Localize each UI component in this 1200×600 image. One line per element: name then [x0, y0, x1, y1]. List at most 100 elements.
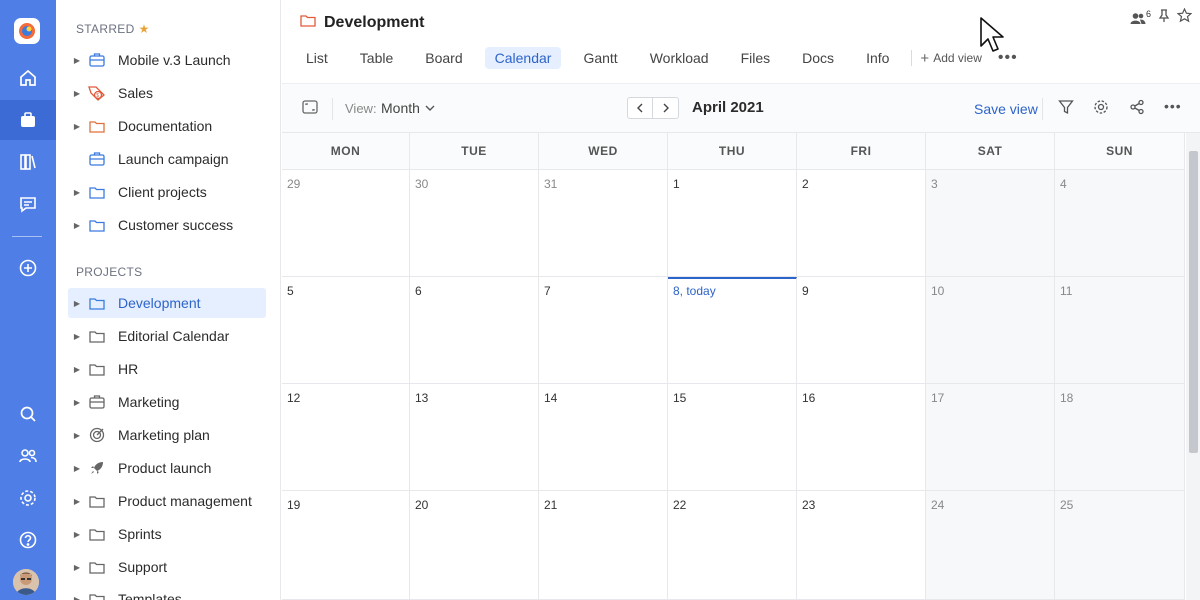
- tab-workload[interactable]: Workload: [640, 47, 719, 69]
- portfolio-icon[interactable]: [0, 100, 56, 140]
- sidebar-item-marketing-plan[interactable]: ▶ Marketing plan: [68, 420, 266, 450]
- calendar-day-cell[interactable]: 4: [1055, 170, 1185, 277]
- sidebar-item-client-projects[interactable]: ▶ Client projects: [68, 177, 266, 207]
- calendar-day-cell[interactable]: 13: [410, 384, 539, 491]
- expand-arrow-icon[interactable]: ▶: [68, 563, 86, 572]
- sidebar-item-product-launch[interactable]: ▶ Product launch: [68, 453, 266, 483]
- tab-list[interactable]: List: [296, 47, 338, 69]
- calendar-day-cell[interactable]: 3: [926, 170, 1055, 277]
- inbox-icon[interactable]: [0, 184, 56, 224]
- calendar-day-cell[interactable]: 18: [1055, 384, 1185, 491]
- sidebar-item-label: Mobile v.3 Launch: [118, 52, 231, 68]
- expand-arrow-icon[interactable]: ▶: [68, 122, 86, 131]
- star-favorite-icon[interactable]: [1176, 7, 1193, 28]
- calendar-day-cell[interactable]: 22: [668, 491, 797, 600]
- expand-arrow-icon[interactable]: ▶: [68, 89, 86, 98]
- expand-arrow-icon[interactable]: ▶: [68, 464, 86, 473]
- calendar-day-cell[interactable]: 7: [539, 277, 668, 384]
- calendar-day-cell[interactable]: 31: [539, 170, 668, 277]
- users-icon[interactable]: [0, 436, 56, 476]
- calendar-day-cell[interactable]: 30: [410, 170, 539, 277]
- sidebar-item-hr[interactable]: ▶ HR: [68, 354, 266, 384]
- expand-arrow-icon[interactable]: ▶: [68, 365, 86, 374]
- add-view-button[interactable]: + Add view: [920, 50, 981, 67]
- calendar-day-cell[interactable]: 1: [668, 170, 797, 277]
- calendar-day-cell[interactable]: 11: [1055, 277, 1185, 384]
- add-icon[interactable]: [0, 248, 56, 288]
- expand-arrow-icon[interactable]: ▶: [68, 431, 86, 440]
- filter-icon[interactable]: [1058, 99, 1074, 120]
- sidebar-item-launch-campaign[interactable]: Launch campaign: [68, 144, 266, 174]
- app-logo[interactable]: [14, 18, 40, 44]
- calendar-day-cell[interactable]: 17: [926, 384, 1055, 491]
- day-number: 18: [1060, 391, 1074, 405]
- tab-calendar[interactable]: Calendar: [484, 47, 562, 69]
- sidebar-item-templates[interactable]: ▶ Templates: [68, 584, 266, 600]
- calendar-day-cell[interactable]: 23: [797, 491, 926, 600]
- day-number: 22: [673, 498, 687, 512]
- sidebar-item-product-management[interactable]: ▶ Product management: [68, 486, 266, 516]
- settings-icon[interactable]: [1093, 99, 1109, 120]
- calendar-day-cell[interactable]: 24: [926, 491, 1055, 600]
- search-icon[interactable]: [0, 394, 56, 434]
- sidebar-item-sales[interactable]: ▶ $ Sales: [68, 78, 266, 108]
- expand-arrow-icon[interactable]: ▶: [68, 188, 86, 197]
- calendar-day-cell[interactable]: 14: [539, 384, 668, 491]
- home-icon[interactable]: [0, 58, 56, 98]
- view-tabs: List Table Board Calendar Gantt Workload…: [296, 46, 1018, 70]
- avatar[interactable]: [13, 569, 39, 595]
- save-view-button[interactable]: Save view: [974, 101, 1038, 117]
- day-header-sun: SUN: [1055, 133, 1185, 170]
- calendar-day-cell[interactable]: 29: [282, 170, 410, 277]
- calendar-day-cell[interactable]: 15: [668, 384, 797, 491]
- tab-docs[interactable]: Docs: [792, 47, 844, 69]
- expand-arrow-icon[interactable]: ▶: [68, 595, 86, 600]
- sidebar-item-mobile-launch[interactable]: ▶ Mobile v.3 Launch: [68, 45, 266, 75]
- members-button[interactable]: 6: [1130, 9, 1151, 25]
- next-month-button[interactable]: [653, 97, 679, 119]
- sidebar-item-documentation[interactable]: ▶ Documentation: [68, 111, 266, 141]
- tab-board[interactable]: Board: [415, 47, 472, 69]
- folder-icon: [86, 361, 108, 377]
- expand-arrow-icon[interactable]: ▶: [68, 56, 86, 65]
- tab-files[interactable]: Files: [731, 47, 781, 69]
- expand-arrow-icon[interactable]: ▶: [68, 221, 86, 230]
- share-icon[interactable]: [1129, 99, 1145, 120]
- view-mode-select[interactable]: Month: [381, 100, 435, 116]
- calendar-day-cell[interactable]: 20: [410, 491, 539, 600]
- calendar-day-cell[interactable]: 6: [410, 277, 539, 384]
- calendar-scrollbar[interactable]: [1186, 133, 1200, 600]
- prev-month-button[interactable]: [627, 97, 653, 119]
- settings-icon[interactable]: [0, 478, 56, 518]
- expand-arrow-icon[interactable]: ▶: [68, 398, 86, 407]
- calendar-day-cell[interactable]: 9: [797, 277, 926, 384]
- calendar-day-cell[interactable]: 12: [282, 384, 410, 491]
- calendar-day-cell[interactable]: 19: [282, 491, 410, 600]
- sidebar-item-sprints[interactable]: ▶ Sprints: [68, 519, 266, 549]
- sidebar-item-development[interactable]: ▶ Development: [68, 288, 266, 318]
- calendar-day-cell[interactable]: 21: [539, 491, 668, 600]
- tab-info[interactable]: Info: [856, 47, 899, 69]
- help-icon[interactable]: [0, 520, 56, 560]
- sidebar-item-marketing[interactable]: ▶ Marketing: [68, 387, 266, 417]
- more-options-icon[interactable]: •••: [1164, 98, 1182, 114]
- tab-table[interactable]: Table: [350, 47, 403, 69]
- expand-arrow-icon[interactable]: ▶: [68, 497, 86, 506]
- sidebar-item-customer-success[interactable]: ▶ Customer success: [68, 210, 266, 240]
- expand-arrow-icon[interactable]: ▶: [68, 299, 86, 308]
- expand-arrow-icon[interactable]: ▶: [68, 332, 86, 341]
- expand-arrow-icon[interactable]: ▶: [68, 530, 86, 539]
- fullscreen-icon[interactable]: [302, 100, 318, 119]
- reports-icon[interactable]: [0, 142, 56, 182]
- calendar-day-cell[interactable]: 5: [282, 277, 410, 384]
- sidebar-item-support[interactable]: ▶ Support: [68, 552, 266, 582]
- calendar-day-cell[interactable]: 25: [1055, 491, 1185, 600]
- scrollbar-thumb[interactable]: [1189, 151, 1198, 453]
- calendar-day-cell[interactable]: 8, today: [668, 277, 797, 384]
- calendar-day-cell[interactable]: 10: [926, 277, 1055, 384]
- sidebar-item-editorial-calendar[interactable]: ▶ Editorial Calendar: [68, 321, 266, 351]
- pin-icon[interactable]: [1157, 8, 1171, 28]
- calendar-day-cell[interactable]: 2: [797, 170, 926, 277]
- calendar-day-cell[interactable]: 16: [797, 384, 926, 491]
- tab-gantt[interactable]: Gantt: [573, 47, 627, 69]
